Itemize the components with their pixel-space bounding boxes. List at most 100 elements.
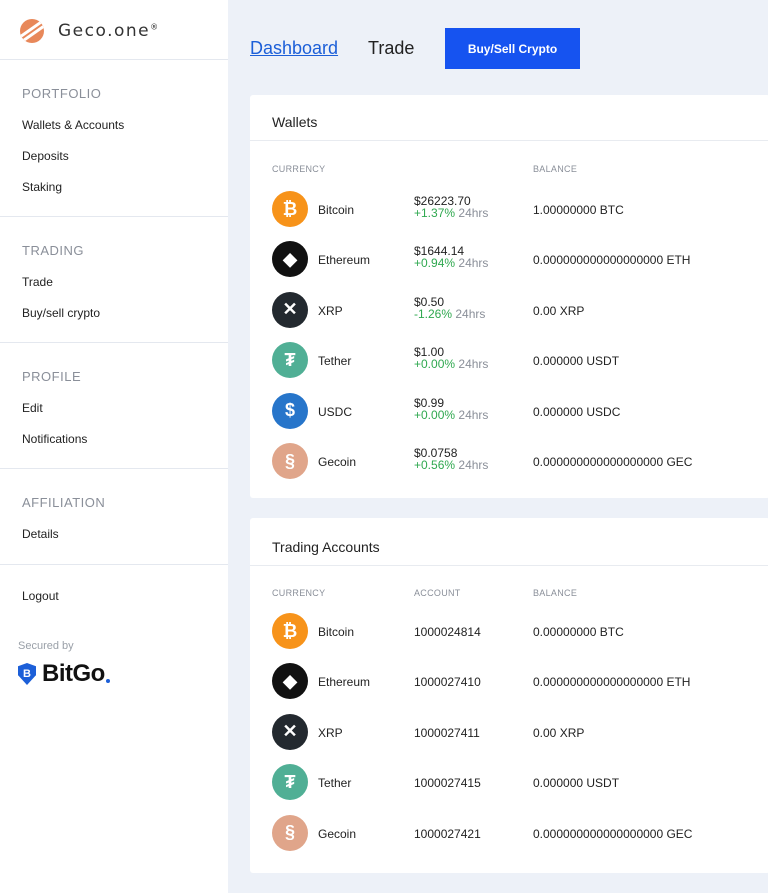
account-balance: 0.00000000 BTC xyxy=(533,625,624,639)
price-change-period: 24hrs xyxy=(458,256,489,271)
account-balance: 0.00 XRP xyxy=(533,725,585,740)
brand-logo[interactable]: Geco.one® xyxy=(20,19,160,43)
wallet-balance: 0.000000 USDC xyxy=(533,404,621,419)
tether-icon: ₮ xyxy=(272,342,308,379)
wallet-balance: 0.000000000000000000 GEC xyxy=(533,455,693,469)
ethereum-icon: ◆ xyxy=(272,241,308,278)
wallet-row[interactable]: ◆ Ethereum $1644.14 +0.94% 24hrs 0.000000000… xyxy=(250,234,768,284)
bitgo-logo: B BitGo xyxy=(18,660,110,688)
brand-name: Geco.one xyxy=(58,21,151,41)
trade-link[interactable]: Trade xyxy=(368,38,414,59)
wallet-row[interactable]: ₿ Bitcoin $26223.70 +1.37% 24hrs 1.00000000 … xyxy=(250,184,768,234)
currency-name: Gecoin xyxy=(318,826,357,841)
price-change-period: 24hrs xyxy=(455,306,486,321)
bitgo-dot-icon xyxy=(105,679,110,683)
section-title-trading: TRADING xyxy=(22,243,84,258)
bitgo-shield-icon: B xyxy=(18,663,36,685)
price-change-value: -1.26% xyxy=(414,306,453,321)
currency-name: Tether xyxy=(318,354,352,369)
price-change-period: 24hrs xyxy=(458,458,489,472)
account-number: 1000027415 xyxy=(414,776,481,791)
bitgo-wordmark: BitGo xyxy=(42,660,105,687)
sidebar-item-staking[interactable]: Staking xyxy=(22,180,62,194)
gecoin-icon: § xyxy=(272,814,308,851)
price-change: +0.00% 24hrs xyxy=(414,357,489,372)
bitcoin-icon: ₿ xyxy=(272,613,308,649)
wallets-divider xyxy=(250,140,768,141)
wallet-row[interactable]: $ USDC $0.99 +0.00% 24hrs 0.000000 USDC xyxy=(250,386,768,436)
sidebar-item-notifications[interactable]: Notifications xyxy=(22,432,87,446)
wallet-balance: 1.00000000 BTC xyxy=(533,203,624,217)
currency-name: Bitcoin xyxy=(318,203,355,217)
sidebar-section-profile: PROFILE Edit Notifications xyxy=(0,342,228,469)
wallets-col-balance: BALANCE xyxy=(533,164,578,174)
sidebar-item-deposits[interactable]: Deposits xyxy=(22,149,69,163)
bitcoin-icon: ₿ xyxy=(272,191,308,227)
wallet-row[interactable]: § Gecoin $0.0758 +0.56% 24hrs 0.000000000000… xyxy=(250,436,768,486)
sidebar: Geco.one® PORTFOLIO Wallets & Accounts D… xyxy=(0,0,228,893)
geco-logo-icon xyxy=(20,19,44,43)
currency-name: Tether xyxy=(318,776,352,791)
section-title-affiliation: AFFILIATION xyxy=(22,495,106,510)
section-title-portfolio: PORTFOLIO xyxy=(22,86,102,101)
price-change-value: +0.00% xyxy=(414,407,456,422)
price-change-period: 24hrs xyxy=(458,206,489,220)
sidebar-section-trading: TRADING Trade Buy/sell crypto xyxy=(0,216,228,343)
gecoin-icon: § xyxy=(272,443,308,479)
sidebar-item-buy-sell-crypto[interactable]: Buy/sell crypto xyxy=(22,306,100,320)
xrp-icon: ✕ xyxy=(272,291,308,328)
account-row[interactable]: ✕ XRP 1000027411 0.00 XRP xyxy=(250,707,768,757)
account-number: 1000027410 xyxy=(414,675,481,690)
buy-sell-crypto-button[interactable]: Buy/Sell Crypto xyxy=(445,28,580,69)
ethereum-icon: ◆ xyxy=(272,663,308,700)
wallets-card: Wallets CURRENCY BALANCE ₿ Bitcoin $26223.… xyxy=(250,95,768,498)
price-change-period: 24hrs xyxy=(458,407,489,422)
account-balance: 0.000000000000000000 ETH xyxy=(533,675,691,690)
currency-name: USDC xyxy=(318,404,353,419)
price-change: +0.00% 24hrs xyxy=(414,407,489,422)
wallet-balance: 0.00 XRP xyxy=(533,303,585,318)
usdc-icon: $ xyxy=(272,392,308,429)
account-row[interactable]: ₿ Bitcoin 1000024814 0.00000000 BTC xyxy=(250,606,768,656)
dashboard-link[interactable]: Dashboard xyxy=(250,38,338,59)
price-change-period: 24hrs xyxy=(458,357,489,372)
section-title-profile: PROFILE xyxy=(22,369,82,384)
tether-icon: ₮ xyxy=(272,764,308,801)
wallets-col-currency: CURRENCY xyxy=(272,164,326,174)
secured-by-label: Secured by xyxy=(18,640,74,652)
wallet-row[interactable]: ₮ Tether $1.00 +0.00% 24hrs 0.000000 USDT xyxy=(250,335,768,385)
trademark: ® xyxy=(150,22,160,32)
wallet-balance: 0.000000 USDT xyxy=(533,354,620,369)
account-balance: 0.000000 USDT xyxy=(533,776,620,791)
sidebar-item-details[interactable]: Details xyxy=(22,527,59,541)
account-balance: 0.000000000000000000 GEC xyxy=(533,826,693,841)
currency-name: Ethereum xyxy=(318,675,371,690)
price-change-value: +0.00% xyxy=(414,357,456,372)
accounts-col-currency: CURRENCY xyxy=(272,588,326,598)
wallet-row[interactable]: ✕ XRP $0.50 -1.26% 24hrs 0.00 XRP xyxy=(250,285,768,335)
price-change: +0.56% 24hrs xyxy=(414,458,489,472)
sidebar-section-affiliation: AFFILIATION Details xyxy=(0,468,228,565)
account-row[interactable]: ₮ Tether 1000027415 0.000000 USDT xyxy=(250,757,768,807)
currency-name: XRP xyxy=(318,303,343,318)
xrp-icon: ✕ xyxy=(272,713,308,750)
sidebar-divider xyxy=(0,564,228,566)
price-change-value: +0.56% xyxy=(414,458,456,472)
trading-accounts-card: Trading Accounts CURRENCY ACCOUNT BALANC… xyxy=(250,518,768,873)
price-change: +1.37% 24hrs xyxy=(414,206,489,220)
price-change-value: +1.37% xyxy=(414,206,456,220)
sidebar-item-edit[interactable]: Edit xyxy=(22,401,43,415)
sidebar-item-wallets-accounts[interactable]: Wallets & Accounts xyxy=(22,118,124,132)
trading-accounts-title: Trading Accounts xyxy=(272,539,380,555)
accounts-col-balance: BALANCE xyxy=(533,588,578,598)
price-change-value: +0.94% xyxy=(414,256,456,271)
sidebar-section-portfolio: PORTFOLIO Wallets & Accounts Deposits St… xyxy=(0,59,228,217)
account-number: 1000027411 xyxy=(414,725,480,740)
logout-link[interactable]: Logout xyxy=(22,589,59,603)
account-row[interactable]: § Gecoin 1000027421 0.000000000000000000 GE… xyxy=(250,808,768,858)
account-number: 1000027421 xyxy=(414,826,481,841)
sidebar-item-trade[interactable]: Trade xyxy=(22,275,53,289)
currency-name: Bitcoin xyxy=(318,625,355,639)
account-row[interactable]: ◆ Ethereum 1000027410 0.000000000000000000 … xyxy=(250,656,768,706)
currency-name: XRP xyxy=(318,725,343,740)
